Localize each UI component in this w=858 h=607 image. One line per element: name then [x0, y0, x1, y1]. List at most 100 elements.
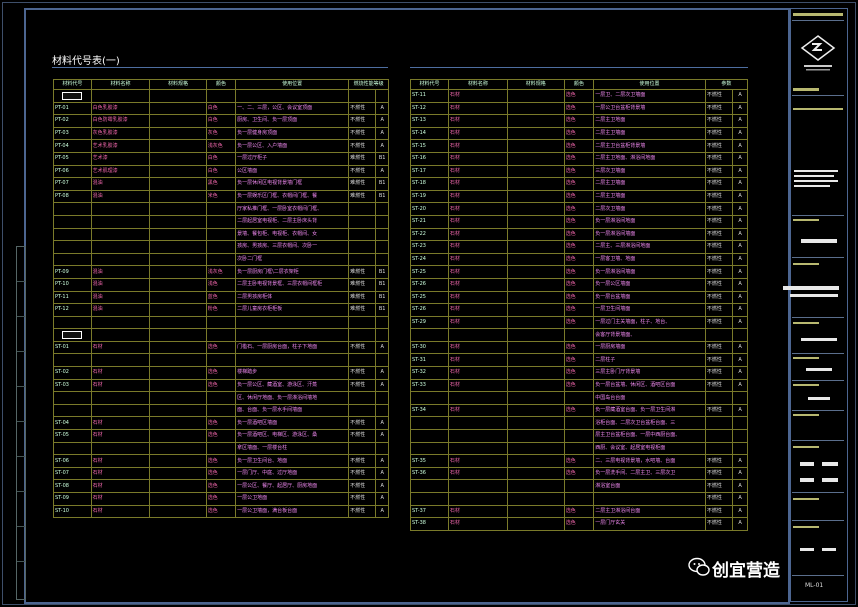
material-color: 选色 [205, 466, 237, 481]
material-color [205, 214, 237, 229]
material-code: ST-26 [410, 303, 449, 317]
titleblock-field [801, 239, 837, 243]
material-color: 选色 [205, 340, 237, 355]
material-color: 选色 [563, 366, 595, 380]
material-spec [149, 454, 207, 468]
material-name [90, 227, 151, 242]
table-row: ST-18 石材 选色 二层主卫墙面 不燃性 A [410, 177, 748, 191]
table-row: 次卧二门框 [53, 252, 389, 267]
fire-level [732, 391, 748, 405]
material-color: 选色 [563, 164, 595, 179]
fire-level: B1 [375, 189, 389, 204]
material-name: 石材 [447, 252, 508, 267]
material-name: 石材 [90, 479, 151, 493]
table-row: ST-05 石材 选色 负一层酒吧区、电梯区、游泳区、桑 不燃性 A [53, 429, 389, 443]
material-name [447, 479, 508, 493]
material-code [410, 492, 449, 506]
material-name: 石材 [447, 114, 508, 128]
material-name [447, 416, 508, 431]
material-color: 选色 [563, 290, 595, 305]
fire-rating: 不燃性 [348, 504, 377, 519]
material-spec [149, 366, 207, 380]
table-row [53, 328, 389, 342]
material-color: 选色 [563, 315, 595, 330]
table-row: ST-12 石材 选色 一层公卫台盆柜背景墙 不燃性 A [410, 101, 748, 116]
fire-rating [348, 391, 377, 405]
material-color: 浅色 [205, 277, 237, 292]
usage-location: 二层男孩房柜体 [235, 290, 350, 305]
fire-rating: 不燃性 [704, 89, 734, 103]
empty-cell [348, 89, 377, 103]
fire-rating: 不燃性 [348, 101, 377, 116]
material-spec [506, 189, 565, 204]
material-color: 选色 [205, 479, 237, 493]
titleblock-line [792, 215, 844, 216]
fire-rating: 不燃性 [348, 378, 377, 393]
table-row: ST-37 石材 选色 二层主卫淋浴间台面 不燃性 A [410, 504, 748, 519]
titleblock-bar [793, 263, 819, 265]
material-color: 选色 [563, 177, 595, 191]
material-color: 选色 [563, 189, 595, 204]
material-color: 选色 [205, 454, 237, 468]
usage-location: 一层卫、二层次卫墙面 [593, 89, 706, 103]
usage-location: 负一层健身房顶面 [235, 126, 350, 141]
header-cell: 燃烧性能等级 [348, 79, 389, 90]
fire-rating: 难燃性 [348, 290, 377, 305]
material-code: ST-23 [410, 240, 449, 254]
table-row: 不燃性 A [410, 492, 748, 506]
fire-rating: 难燃性 [348, 189, 377, 204]
table-row: ST-36 石材 选色 负一层洗手间、二层主卫、三层次卫 不燃性 A [410, 466, 748, 481]
fire-rating: 不燃性 [348, 479, 377, 493]
fire-level: B1 [375, 265, 389, 279]
fire-rating: 不燃性 [704, 492, 734, 506]
material-code: ST-33 [410, 378, 449, 393]
table-row: ST-38 石材 选色 一层门厅玄关 不燃性 A [410, 517, 748, 531]
material-code: ST-01 [53, 340, 92, 355]
material-name [90, 214, 151, 229]
titleblock-bar [793, 498, 819, 500]
material-spec [149, 479, 207, 493]
fire-level: B1 [375, 277, 389, 292]
fire-rating [348, 441, 377, 456]
material-name: 石材 [447, 164, 508, 179]
table-row: PT-01 白色乳胶漆 白色 一、二、三层，公区、会议室顶面 不燃性 A [53, 101, 389, 116]
usage-location: 一层过门主关墙面，柱子、地台、 [593, 315, 706, 330]
material-name: 石材 [447, 177, 508, 191]
header-cell: 材料代号 [410, 79, 449, 90]
fire-rating: 不燃性 [704, 126, 734, 141]
material-spec [149, 126, 207, 141]
usage-location: 负一层淋浴间墙面 [593, 265, 706, 279]
usage-location: 二层主卧电视背景框、三层衣帽间框柜 [235, 277, 350, 292]
material-code: ST-18 [410, 177, 449, 191]
usage-location: 二层主卫墙面 [593, 189, 706, 204]
material-name: 石材 [447, 227, 508, 242]
fire-level: A [732, 202, 748, 216]
table-row: ST-01 石材 选色 门槛石、一层厨房台面，柱子下地面 不燃性 A [53, 340, 389, 355]
table-row: ST-02 石材 选色 楼梯踏步 不燃性 A [53, 366, 389, 380]
titleblock-field [800, 462, 814, 466]
material-code: ST-29 [410, 315, 449, 330]
material-color [563, 429, 595, 443]
fire-rating: 不燃性 [348, 454, 377, 468]
titleblock-bar [793, 357, 819, 359]
table-row: ST-29 石材 选色 一层过门主关墙面，柱子、地台、 不燃性 A [410, 315, 748, 330]
material-name: 石材 [447, 303, 508, 317]
material-color: 蓝色 [205, 290, 237, 305]
usage-location [593, 492, 706, 506]
material-color: 选色 [563, 101, 595, 116]
material-name [90, 353, 151, 368]
fire-level: A [375, 479, 389, 493]
fire-rating: 不燃性 [704, 466, 734, 481]
fire-rating: 不燃性 [704, 189, 734, 204]
material-code: ST-26 [410, 277, 449, 292]
material-code: ST-32 [410, 366, 449, 380]
titleblock-note [794, 180, 838, 182]
table-row: ST-11 石材 选色 一层卫、二层次卫墙面 不燃性 A [410, 89, 748, 103]
fire-level [375, 240, 389, 254]
material-spec [149, 391, 207, 405]
material-name [447, 328, 508, 342]
material-color: 灰色 [205, 126, 237, 141]
usage-location: 二层起居室电视柜、二层主卧床头背 [235, 214, 350, 229]
fire-level [375, 353, 389, 368]
table-row: 西厨、会议室、起居室电视柜面 [410, 441, 748, 456]
